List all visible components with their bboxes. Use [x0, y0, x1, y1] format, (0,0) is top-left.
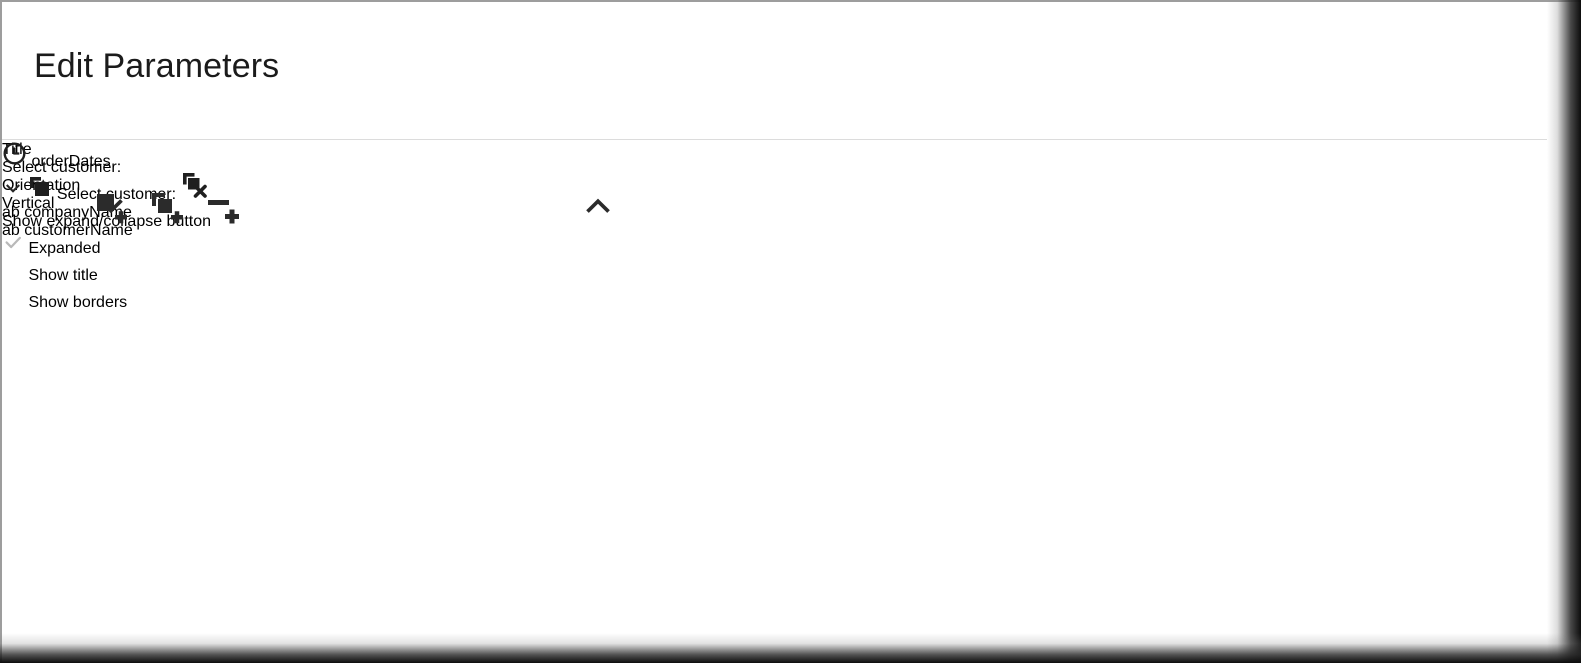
window-top-edge — [0, 0, 1581, 2]
page-title: Edit Parameters — [34, 47, 280, 85]
clock-icon — [2, 142, 31, 170]
group-icon — [28, 177, 56, 203]
chevron-down-icon — [94, 189, 128, 223]
add-separator-button[interactable] — [200, 185, 246, 231]
screen-root: Edit Parameters orderDates Select custom… — [0, 0, 1581, 663]
chevron-down-icon[interactable] — [2, 184, 28, 203]
tree-toolbar — [88, 183, 682, 235]
dialog-header: Edit Parameters — [2, 2, 1547, 140]
parameter-tree-pane: orderDates Select customer: ab companyNa… — [2, 141, 702, 638]
window-right-shadow — [1547, 0, 1581, 663]
move-down-button[interactable] — [88, 183, 134, 229]
add-group-button[interactable] — [144, 185, 190, 231]
chevron-up-icon — [581, 189, 615, 223]
tree-row-label: orderDates — [31, 153, 111, 170]
move-up-button[interactable] — [575, 183, 621, 229]
dialog-body: orderDates Select customer: ab companyNa… — [2, 141, 1547, 638]
add-separator-icon — [206, 191, 240, 225]
window-left-edge — [0, 0, 2, 663]
string-type-tag: ab — [2, 222, 20, 239]
add-group-icon — [150, 191, 184, 225]
edit-parameters-dialog: Edit Parameters orderDates Select custom… — [2, 2, 1547, 638]
tree-row[interactable]: orderDates — [2, 141, 702, 171]
string-type-tag: ab — [2, 204, 20, 221]
